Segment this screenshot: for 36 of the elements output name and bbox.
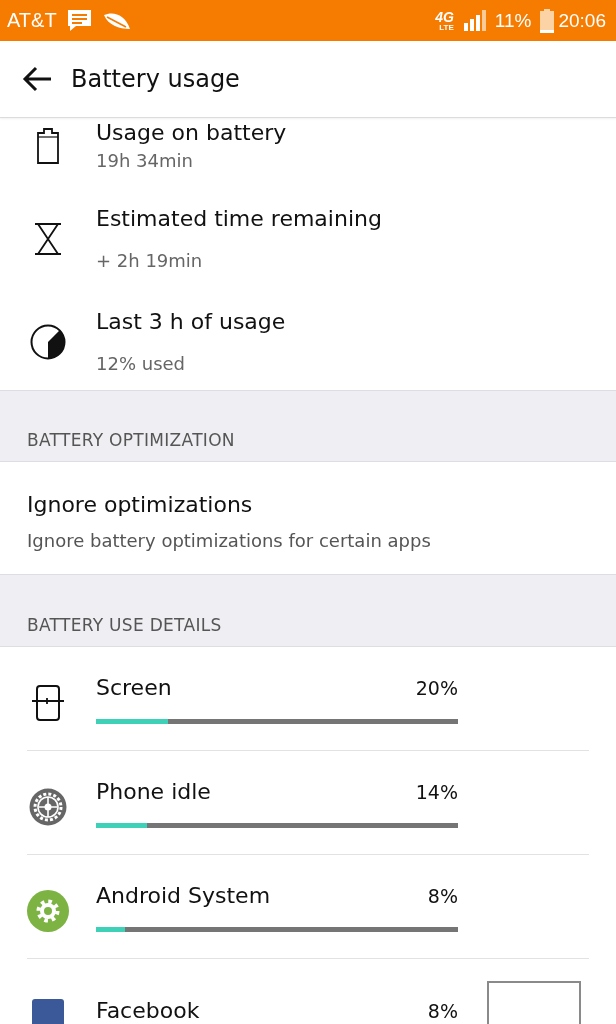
section-title: BATTERY OPTIMIZATION (27, 429, 235, 452)
usage-percent: 14% (415, 780, 458, 805)
section-title: BATTERY USE DETAILS (27, 614, 222, 637)
gear-icon (27, 889, 69, 932)
app-tile-icon (32, 999, 64, 1024)
usage-percent: 8% (427, 999, 458, 1024)
hourglass-icon (34, 223, 62, 255)
network-sub-label: LTE (439, 23, 454, 32)
item-value: + 2h 19min (96, 249, 204, 273)
battery-outline-icon (36, 128, 60, 164)
app-name[interactable]: Phone idle (96, 777, 211, 807)
setting-description: Ignore battery optimizations for certain apps (27, 529, 432, 553)
item-value: 12% used (96, 352, 186, 376)
screen-title: Battery usage (71, 65, 240, 93)
item-title: Estimated time remaining (96, 205, 382, 233)
leaf-icon (102, 11, 131, 30)
battery-icon (540, 8, 555, 33)
setting-title[interactable]: Ignore optimizations (27, 490, 589, 520)
app-name[interactable]: Screen (96, 673, 172, 703)
network-type-label: 4G (435, 9, 454, 24)
pie-icon (30, 324, 66, 360)
clock-time: 20:06 (558, 9, 606, 32)
gear-icon (29, 787, 67, 826)
carrier-name: AT&T (7, 9, 57, 32)
usage-percent: 20% (415, 676, 458, 701)
item-title: Usage on battery (96, 119, 287, 147)
phone-screen-icon (31, 684, 65, 721)
message-icon (66, 9, 92, 32)
item-value: 19h 34min (96, 149, 194, 173)
signal-icon (463, 10, 488, 31)
app-name[interactable]: Android System (96, 881, 271, 911)
app-name[interactable]: Facebook (96, 996, 200, 1024)
battery-percent: 11% (494, 9, 532, 32)
back-arrow-icon (22, 66, 52, 92)
item-title: Last 3 h of usage (96, 308, 286, 336)
usage-percent: 8% (427, 884, 458, 909)
